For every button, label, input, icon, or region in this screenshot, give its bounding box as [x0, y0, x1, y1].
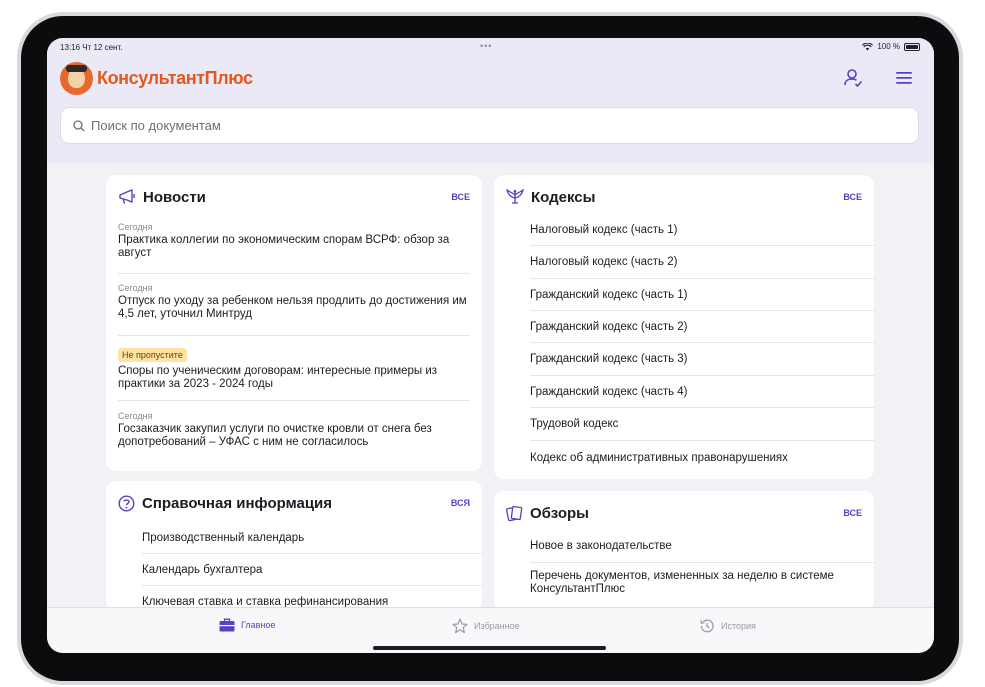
logo-emblem-icon — [60, 62, 93, 95]
news-item[interactable]: Сегодня Отпуск по уходу за ребенком нель… — [118, 283, 470, 336]
code-item[interactable]: Гражданский кодекс (часть 2) — [530, 311, 874, 343]
status-indicators: 100 % — [862, 42, 920, 51]
reviews-card: Обзоры все Новое в законодательстве Пере… — [494, 491, 874, 611]
reviews-title: Обзоры — [530, 504, 589, 522]
app-screen: 13:16 Чт 12 сент. ••• 100 % КонсультантП… — [47, 38, 934, 653]
reference-card: Справочная информация вся Производственн… — [106, 481, 482, 611]
menu-icon[interactable] — [896, 71, 912, 85]
news-item-tag: Сегодня — [118, 222, 153, 232]
tab-bar: Главное Избранное История — [47, 607, 934, 653]
status-time: 13:16 Чт 12 сент. — [60, 43, 123, 52]
question-circle-icon — [118, 494, 135, 512]
wifi-icon — [862, 42, 874, 50]
code-item[interactable]: Налоговый кодекс (часть 1) — [530, 214, 874, 246]
code-item[interactable]: Гражданский кодекс (часть 3) — [530, 343, 874, 376]
news-item-tag: Сегодня — [118, 411, 153, 421]
news-all-link[interactable]: все — [451, 192, 470, 202]
tab-home-label: Главное — [241, 620, 276, 630]
code-item[interactable]: Налоговый кодекс (часть 2) — [530, 246, 874, 279]
user-account-icon[interactable] — [843, 68, 863, 88]
home-indicator[interactable] — [373, 646, 606, 650]
news-header: Новости все — [118, 185, 470, 209]
reviews-all-link[interactable]: все — [843, 508, 862, 518]
news-item[interactable]: Не пропустите Споры по ученическим догов… — [118, 345, 470, 401]
tab-favorites-label: Избранное — [474, 621, 520, 631]
reviews-header: Обзоры все — [506, 501, 862, 525]
review-item[interactable]: Новое в законодательстве — [530, 530, 874, 563]
history-icon — [700, 619, 714, 633]
logo-text: КонсультантПлюс — [97, 68, 253, 88]
tab-favorites[interactable]: Избранное — [452, 618, 520, 634]
reference-item[interactable]: Календарь бухгалтера — [142, 554, 482, 586]
reference-item[interactable]: Производственный календарь — [142, 522, 482, 554]
code-item[interactable]: Кодекс об административных правонарушени… — [530, 441, 874, 474]
tab-home[interactable]: Главное — [219, 618, 275, 632]
reference-title: Справочная информация — [142, 494, 333, 512]
news-item-text: Споры по ученическим договорам: интересн… — [118, 365, 438, 390]
search-icon — [73, 119, 85, 131]
news-item-text: Отпуск по уходу за ребенком нельзя продл… — [118, 295, 467, 320]
app-logo[interactable]: КонсультантПлюс — [60, 62, 253, 95]
search-input[interactable]: Поиск по документам — [60, 107, 919, 144]
code-item[interactable]: Гражданский кодекс (часть 1) — [530, 279, 874, 311]
news-item-text: Практика коллегии по экономическим спора… — [118, 234, 450, 259]
news-item[interactable]: Сегодня Практика коллегии по экономическ… — [118, 222, 470, 274]
app-header: 13:16 Чт 12 сент. ••• 100 % КонсультантП… — [47, 38, 934, 163]
news-item-text: Госзаказчик закупил услуги по очистке кр… — [118, 423, 432, 448]
battery-icon — [904, 42, 920, 51]
search-placeholder: Поиск по документам — [91, 118, 221, 133]
review-item[interactable]: Перечень документов, измененных за недел… — [530, 565, 874, 601]
codes-header: Кодексы все — [506, 185, 862, 209]
codes-all-link[interactable]: все — [843, 192, 862, 202]
tab-history-label: История — [721, 621, 756, 631]
code-item[interactable]: Трудовой кодекс — [530, 408, 874, 441]
codes-title: Кодексы — [531, 188, 596, 206]
news-item-tag: Сегодня — [118, 283, 153, 293]
star-icon — [452, 618, 468, 634]
briefcase-icon — [219, 618, 235, 632]
reference-header: Справочная информация вся — [118, 491, 470, 515]
dont-miss-badge: Не пропустите — [118, 348, 187, 362]
battery-percent: 100 % — [877, 42, 900, 51]
tab-history[interactable]: История — [699, 618, 756, 634]
emblem-eagle-icon — [506, 189, 524, 204]
documents-icon — [506, 505, 523, 521]
news-title: Новости — [143, 188, 206, 206]
megaphone-icon — [119, 189, 135, 204]
code-item[interactable]: Гражданский кодекс (часть 4) — [530, 376, 874, 408]
news-card: Новости все Сегодня Практика коллегии по… — [106, 175, 482, 471]
multitask-dots[interactable]: ••• — [480, 41, 492, 51]
codes-card: Кодексы все Налоговый кодекс (часть 1) Н… — [494, 175, 874, 479]
news-item[interactable]: Сегодня Госзаказчик закупил услуги по оч… — [118, 411, 470, 463]
reference-all-link[interactable]: вся — [451, 498, 470, 508]
